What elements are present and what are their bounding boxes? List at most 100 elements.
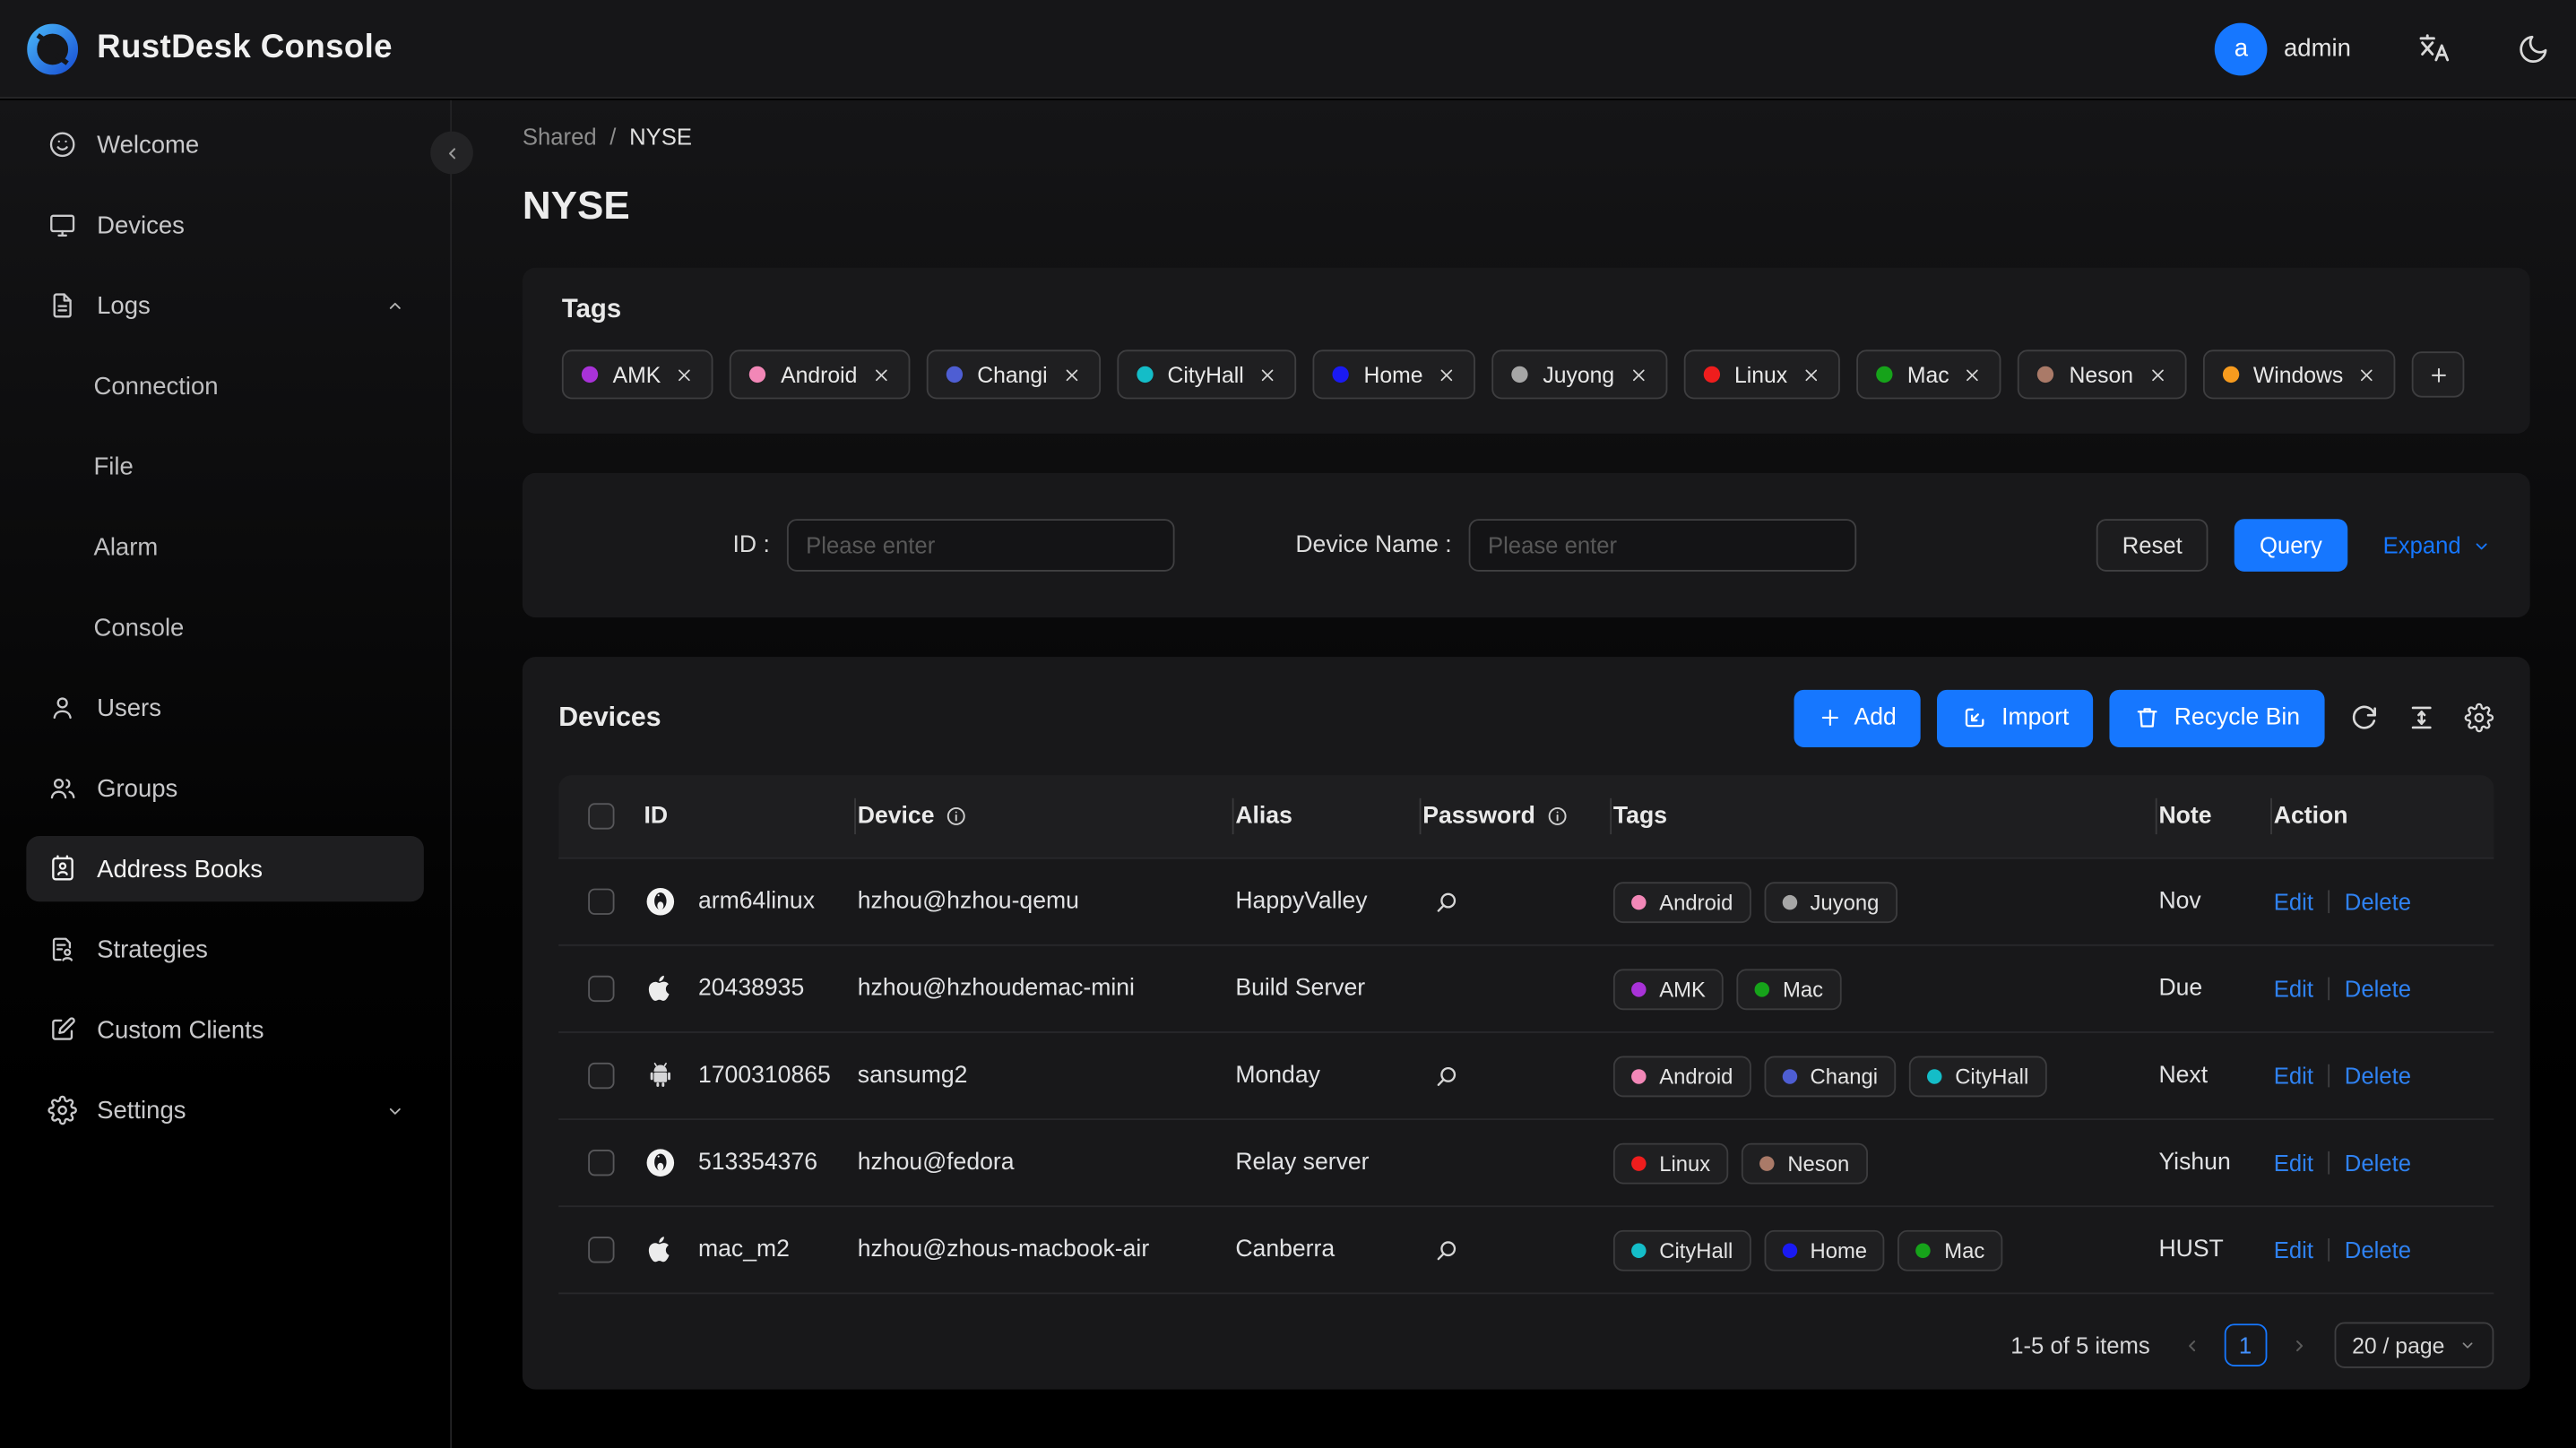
- tag-chip-juyong[interactable]: Juyong: [1491, 349, 1667, 400]
- sidebar-collapse-button[interactable]: [430, 131, 473, 175]
- sidebar-item-logs[interactable]: Logs: [26, 272, 424, 338]
- sidebar-item-strategies[interactable]: Strategies: [26, 917, 424, 982]
- sidebar-item-welcome[interactable]: Welcome: [26, 112, 424, 177]
- remove-tag-icon[interactable]: [1258, 366, 1276, 384]
- tag-chip-amk[interactable]: AMK: [561, 349, 713, 400]
- breadcrumb-parent[interactable]: Shared: [523, 123, 597, 149]
- row-checkbox[interactable]: [588, 1150, 615, 1176]
- tag-color-dot: [946, 366, 963, 384]
- tag-chip-windows[interactable]: Windows: [2202, 349, 2396, 400]
- prev-page-icon[interactable]: [2183, 1336, 2200, 1354]
- sidebar-item-settings[interactable]: Settings: [26, 1077, 424, 1142]
- next-page-icon[interactable]: [2290, 1336, 2308, 1354]
- table-settings-icon[interactable]: [2464, 702, 2494, 733]
- sidebar-item-custom-clients[interactable]: Custom Clients: [26, 997, 424, 1063]
- edit-link[interactable]: Edit: [2274, 976, 2313, 1002]
- remove-tag-icon[interactable]: [872, 366, 890, 384]
- sidebar-item-groups[interactable]: Groups: [26, 755, 424, 821]
- row-tag-chip-android: Android: [1612, 881, 1751, 923]
- column-height-icon[interactable]: [2407, 702, 2436, 732]
- remove-tag-icon[interactable]: [2358, 366, 2376, 384]
- expand-link[interactable]: Expand: [2383, 532, 2491, 558]
- sidebar-subitem-alarm[interactable]: Alarm: [26, 514, 424, 580]
- recycle-bin-button[interactable]: Recycle Bin: [2110, 688, 2325, 747]
- device-row: 1700310865 sansumg2 Monday Android Changi Cit…: [558, 1031, 2494, 1118]
- reset-button[interactable]: Reset: [2096, 519, 2209, 572]
- refresh-icon[interactable]: [2349, 702, 2379, 732]
- id-input[interactable]: [786, 519, 1174, 572]
- sidebar-item-label: Settings: [97, 1096, 186, 1125]
- tag-label: AMK: [612, 362, 661, 387]
- remove-tag-icon[interactable]: [1802, 366, 1820, 384]
- view-password-icon[interactable]: [1432, 1062, 1460, 1090]
- tag-color-dot: [1782, 894, 1797, 909]
- row-checkbox[interactable]: [588, 888, 615, 915]
- col-password: Password: [1422, 803, 1535, 830]
- sidebar-subitem-connection[interactable]: Connection: [26, 353, 424, 418]
- page-number[interactable]: 1: [2224, 1323, 2267, 1366]
- tag-chip-changi[interactable]: Changi: [926, 349, 1101, 400]
- delete-link[interactable]: Delete: [2345, 1237, 2411, 1263]
- tag-color-dot: [2222, 366, 2239, 384]
- sidebar-item-label: Users: [97, 694, 161, 722]
- add-tag-button[interactable]: [2412, 351, 2465, 398]
- edit-link[interactable]: Edit: [2274, 1150, 2313, 1176]
- row-checkbox[interactable]: [588, 1062, 615, 1090]
- edit-link[interactable]: Edit: [2274, 1063, 2313, 1089]
- row-checkbox[interactable]: [588, 975, 615, 1003]
- remove-tag-icon[interactable]: [676, 366, 694, 384]
- delete-link[interactable]: Delete: [2345, 1150, 2411, 1176]
- row-tag-chip-android: Android: [1612, 1055, 1751, 1097]
- device-name: hzhou@hzhou-qemu: [857, 888, 1079, 915]
- delete-link[interactable]: Delete: [2345, 889, 2411, 915]
- user-name[interactable]: admin: [2284, 34, 2351, 62]
- tag-chip-android[interactable]: Android: [730, 349, 911, 400]
- remove-tag-icon[interactable]: [1062, 366, 1080, 384]
- page-content: Shared / NYSE NYSE Tags AMK Android Changi…: [454, 100, 2576, 1448]
- delete-link[interactable]: Delete: [2345, 1063, 2411, 1089]
- group-icon: [48, 773, 77, 803]
- dark-mode-icon[interactable]: [2517, 32, 2550, 65]
- view-password-icon[interactable]: [1432, 888, 1460, 916]
- delete-link[interactable]: Delete: [2345, 976, 2411, 1002]
- devices-card: Devices Add Import Recycle Bin ID Device…: [522, 657, 2530, 1390]
- select-all-checkbox[interactable]: [588, 803, 615, 830]
- remove-tag-icon[interactable]: [1438, 366, 1456, 384]
- tag-color-dot: [749, 366, 766, 384]
- sidebar-item-users[interactable]: Users: [26, 675, 424, 740]
- row-checkbox[interactable]: [588, 1237, 615, 1263]
- tag-chip-mac[interactable]: Mac: [1856, 349, 2002, 400]
- smile-icon: [48, 130, 77, 159]
- remove-tag-icon[interactable]: [2148, 366, 2166, 384]
- rustdesk-console-app: RustDesk Console a admin Welcome Devices L…: [0, 0, 2576, 1448]
- sidebar-item-address-books[interactable]: Address Books: [26, 835, 424, 902]
- device-name-input[interactable]: [1467, 519, 1856, 572]
- edit-link[interactable]: Edit: [2274, 1237, 2313, 1263]
- remove-tag-icon[interactable]: [1629, 366, 1647, 384]
- user-avatar[interactable]: a: [2215, 22, 2268, 75]
- sidebar-subitem-console[interactable]: Console: [26, 595, 424, 660]
- import-button[interactable]: Import: [1937, 688, 2094, 747]
- page-size-select[interactable]: 20 / page: [2333, 1322, 2494, 1368]
- add-button[interactable]: Add: [1793, 688, 1922, 747]
- import-icon: [1966, 708, 1985, 728]
- remove-tag-icon[interactable]: [1964, 366, 1982, 384]
- edit-link[interactable]: Edit: [2274, 889, 2313, 915]
- tag-color-dot: [2037, 366, 2054, 384]
- tag-chip-home[interactable]: Home: [1312, 349, 1476, 400]
- query-button[interactable]: Query: [2235, 519, 2347, 572]
- sidebar-subitem-file[interactable]: File: [26, 434, 424, 499]
- translate-icon[interactable]: [2416, 31, 2451, 65]
- tag-chip-cityhall[interactable]: CityHall: [1116, 349, 1297, 400]
- view-password-icon[interactable]: [1432, 1236, 1460, 1263]
- tag-chip-linux[interactable]: Linux: [1683, 349, 1840, 400]
- device-row: arm64linux hzhou@hzhou-qemu HappyValley And…: [558, 857, 2494, 944]
- tag-label: Mac: [1906, 362, 1949, 387]
- sidebar-item-devices[interactable]: Devices: [26, 192, 424, 257]
- tag-chip-neson[interactable]: Neson: [2018, 349, 2186, 400]
- breadcrumb: Shared / NYSE: [523, 123, 2530, 149]
- device-id: 513354376: [697, 1150, 818, 1176]
- row-tag-chip-juyong: Juyong: [1764, 881, 1897, 923]
- info-icon: [1547, 807, 1566, 825]
- row-tag-chip-cityhall: CityHall: [1908, 1055, 2047, 1097]
